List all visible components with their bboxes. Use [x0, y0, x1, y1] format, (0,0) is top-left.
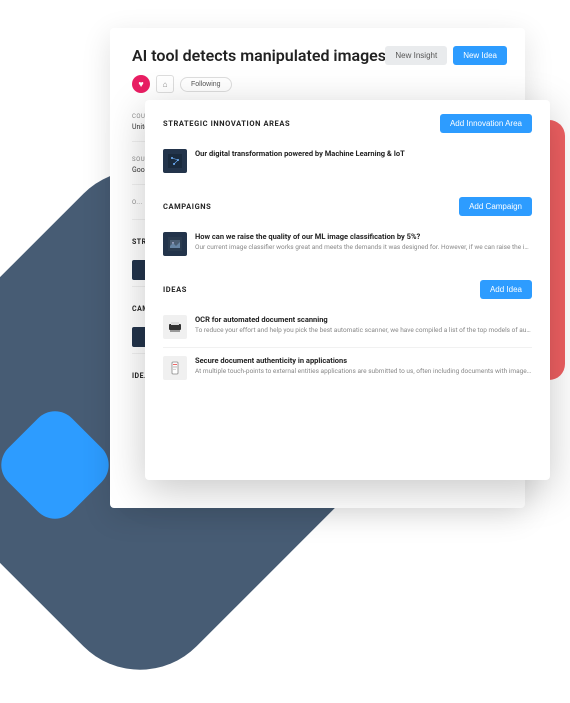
- home-button[interactable]: ⌂: [156, 75, 174, 93]
- section-ideas: IDEAS Add Idea OCR for automated documen…: [163, 280, 532, 388]
- new-insight-button[interactable]: New Insight: [385, 46, 447, 65]
- add-idea-button[interactable]: Add Idea: [480, 280, 532, 299]
- following-button[interactable]: Following: [180, 77, 232, 92]
- list-item[interactable]: Secure document authenticity in applicat…: [163, 348, 532, 388]
- front-card: STRATEGIC INNOVATION AREAS Add Innovatio…: [145, 100, 550, 480]
- add-innovation-area-button[interactable]: Add Innovation Area: [440, 114, 532, 133]
- item-title: OCR for automated document scanning: [195, 315, 532, 324]
- item-title: Secure document authenticity in applicat…: [195, 356, 532, 365]
- photo-icon: [163, 232, 187, 256]
- list-item[interactable]: OCR for automated document scanning To r…: [163, 307, 532, 348]
- section-title: IDEAS: [163, 285, 187, 294]
- new-idea-button[interactable]: New Idea: [453, 46, 507, 65]
- circuit-icon: [163, 149, 187, 173]
- section-campaigns: CAMPAIGNS Add Campaign How can we raise …: [163, 197, 532, 264]
- list-item[interactable]: Our digital transformation powered by Ma…: [163, 141, 532, 181]
- section-title: CAMPAIGNS: [163, 202, 211, 211]
- scanner-icon: [163, 315, 187, 339]
- phone-doc-icon: [163, 356, 187, 380]
- section-innovation: STRATEGIC INNOVATION AREAS Add Innovatio…: [163, 114, 532, 181]
- list-item[interactable]: How can we raise the quality of our ML i…: [163, 224, 532, 264]
- item-desc: At multiple touch-points to external ent…: [195, 367, 532, 375]
- section-title: STRATEGIC INNOVATION AREAS: [163, 119, 290, 128]
- item-title: How can we raise the quality of our ML i…: [195, 232, 532, 241]
- add-campaign-button[interactable]: Add Campaign: [459, 197, 532, 216]
- item-desc: To reduce your effort and help you pick …: [195, 326, 532, 334]
- item-title: Our digital transformation powered by Ma…: [195, 149, 532, 158]
- favorite-button[interactable]: ♥: [132, 75, 150, 93]
- item-desc: Our current image classifier works great…: [195, 243, 532, 251]
